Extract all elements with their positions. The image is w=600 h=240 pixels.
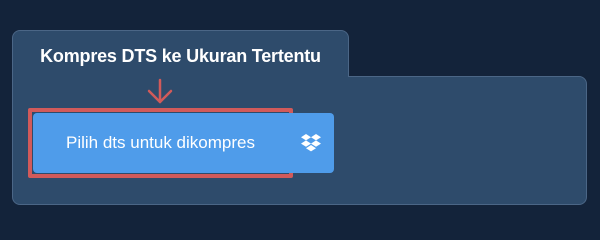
dropbox-icon xyxy=(301,134,321,152)
choose-file-button[interactable]: Pilih dts untuk dikompres xyxy=(33,113,288,173)
down-arrow-icon xyxy=(147,78,173,104)
tool-title: Kompres DTS ke Ukuran Tertentu xyxy=(40,46,321,66)
tab-panel-joint xyxy=(13,70,348,82)
dropbox-button[interactable] xyxy=(288,113,334,173)
